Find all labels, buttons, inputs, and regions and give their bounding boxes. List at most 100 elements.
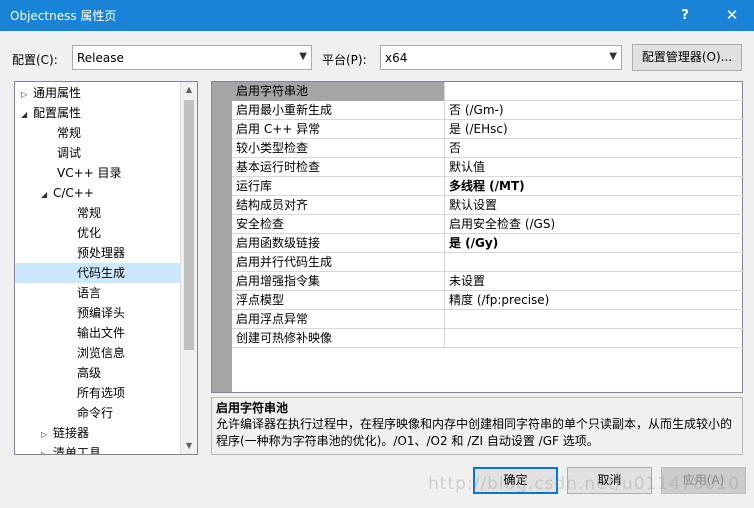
description-title: 启用字符串池 xyxy=(216,401,289,415)
property-value[interactable]: 默认值 xyxy=(446,158,742,177)
property-grid: 启用字符串池 启用最小重新生成否 (/Gm-) 启用 C++ 异常是 (/EHsc)… xyxy=(211,81,744,393)
property-name: 启用增强指令集 xyxy=(232,272,445,291)
property-row[interactable]: 启用 C++ 异常是 (/EHsc) xyxy=(232,120,744,139)
property-row[interactable]: 浮点模型 精度 (/fp:precise) xyxy=(232,291,744,310)
tree-item-label: 所有选项 xyxy=(77,386,126,400)
tree-item[interactable]: 输出文件 xyxy=(15,323,181,343)
description-panel: 启用字符串池 允许编译器在执行过程中，在程序映像和内存中创建相同字符串的单个只读… xyxy=(211,397,743,455)
property-name: 创建可热修补映像 xyxy=(232,329,445,348)
platform-label: 平台(P): xyxy=(322,53,367,67)
property-row[interactable]: 结构成员对齐 默认设置 xyxy=(232,196,744,215)
config-manager-button[interactable]: 配置管理器(O)... xyxy=(632,44,742,71)
tree-item-label: VC++ 目录 xyxy=(57,166,122,180)
grid-margin xyxy=(212,82,232,392)
property-name: 启用函数级链接 xyxy=(232,234,445,253)
property-name: 较小类型检查 xyxy=(232,139,445,158)
tree-item[interactable]: 调试 xyxy=(15,143,181,163)
scroll-down-icon[interactable]: ▼ xyxy=(181,438,197,454)
tree-item[interactable]: 常规 xyxy=(15,203,181,223)
property-value[interactable]: 否 (/Gm-) xyxy=(446,101,742,120)
tree-item[interactable]: 常规 xyxy=(15,123,181,143)
tree-item[interactable]: 命令行 xyxy=(15,403,181,423)
collapse-icon[interactable]: ◢ xyxy=(21,105,33,125)
property-value[interactable]: 精度 (/fp:precise) xyxy=(446,291,742,310)
tree-item[interactable]: 浏览信息 xyxy=(15,343,181,363)
tree-item-label: 语言 xyxy=(77,286,102,300)
tree-item-label: 清单工具 xyxy=(53,446,102,455)
scroll-up-icon[interactable]: ▲ xyxy=(181,82,197,98)
property-value[interactable] xyxy=(446,82,742,101)
platform-value: x64 xyxy=(385,51,408,65)
property-row[interactable]: 基本运行时检查 默认值 xyxy=(232,158,744,177)
property-tree: ▷ 通用属性 ◢ 配置属性 常规 调试 VC++ 目录 ◢ C/C++ 常规 优化 预处理器 代码生成语… xyxy=(14,81,198,455)
property-row[interactable]: 较小类型检查否 xyxy=(232,139,744,158)
tree-item-label: 高级 xyxy=(77,366,102,380)
tree-item[interactable]: 所有选项 xyxy=(15,383,181,403)
chevron-down-icon: ▼ xyxy=(299,51,307,62)
tree-item-label: 链接器 xyxy=(53,426,90,440)
property-value[interactable]: 否 xyxy=(446,139,742,158)
property-row[interactable]: 启用字符串池 xyxy=(232,82,744,101)
property-value[interactable]: 多线程 (/MT) xyxy=(446,177,742,196)
expand-icon[interactable]: ▷ xyxy=(21,85,33,105)
tree-scrollbar[interactable]: ▲ ▼ xyxy=(180,82,197,454)
property-name: 结构成员对齐 xyxy=(232,196,445,215)
property-row[interactable]: 运行库 多线程 (/MT) xyxy=(232,177,744,196)
property-value[interactable] xyxy=(446,253,742,272)
chevron-down-icon: ▼ xyxy=(609,51,617,62)
tree-item[interactable]: 语言 xyxy=(15,283,181,303)
expand-icon[interactable]: ▷ xyxy=(41,425,53,445)
property-row[interactable]: 创建可热修补映像 xyxy=(232,329,744,348)
tree-item-label: 预处理器 xyxy=(77,246,126,260)
help-icon[interactable]: ? xyxy=(665,0,705,31)
tree-item-label: 常规 xyxy=(77,206,102,220)
property-name: 启用最小重新生成 xyxy=(232,101,445,120)
property-row[interactable]: 启用并行代码生成 xyxy=(232,253,744,272)
tree-item[interactable]: ◢ C/C++ xyxy=(15,183,181,203)
property-value[interactable] xyxy=(446,310,742,329)
tree-item[interactable]: ▷ 链接器 xyxy=(15,423,181,443)
tree-item[interactable]: 预编译头 xyxy=(15,303,181,323)
property-row[interactable]: 启用增强指令集 未设置 xyxy=(232,272,744,291)
property-name: 启用浮点异常 xyxy=(232,310,445,329)
description-line-1: 允许编译器在执行过程中，在程序映像和内存中创建相同字符串的单个只读副本，从而生成… xyxy=(216,417,733,431)
property-row[interactable]: 启用函数级链接是 (/Gy) xyxy=(232,234,744,253)
property-name: 运行库 xyxy=(232,177,445,196)
collapse-icon[interactable]: ◢ xyxy=(41,185,53,205)
scrollbar-thumb[interactable] xyxy=(184,100,194,350)
tree-item[interactable]: 高级 xyxy=(15,363,181,383)
tree-item-label: 浏览信息 xyxy=(77,346,126,360)
window-title: Objectness 属性页 xyxy=(10,9,117,23)
tree-item-label: 预编译头 xyxy=(77,306,126,320)
config-dropdown[interactable]: Release ▼ xyxy=(72,45,312,70)
property-name: 安全检查 xyxy=(232,215,445,234)
property-value[interactable]: 启用安全检查 (/GS) xyxy=(446,215,742,234)
property-value[interactable] xyxy=(446,329,742,348)
tree-item[interactable]: 优化 xyxy=(15,223,181,243)
tree-item[interactable]: ▷ 通用属性 xyxy=(15,83,181,103)
close-icon[interactable]: ✕ xyxy=(712,0,752,31)
property-name: 启用字符串池 xyxy=(232,82,445,101)
property-value[interactable]: 是 (/EHsc) xyxy=(446,120,742,139)
property-row[interactable]: 启用浮点异常 xyxy=(232,310,744,329)
tree-item[interactable]: 代码生成 xyxy=(15,263,181,283)
property-value[interactable]: 是 (/Gy) xyxy=(446,234,742,253)
tree-item-label: 调试 xyxy=(57,146,82,160)
property-row[interactable]: 安全检查 启用安全检查 (/GS) xyxy=(232,215,744,234)
tree-item-label: 输出文件 xyxy=(77,326,126,340)
tree-item[interactable]: ▷ 清单工具 xyxy=(15,443,181,455)
property-name: 启用 C++ 异常 xyxy=(232,120,445,139)
property-value[interactable]: 未设置 xyxy=(446,272,742,291)
tree-item-label: 常规 xyxy=(57,126,82,140)
tree-item-label: 命令行 xyxy=(77,406,114,420)
property-name: 基本运行时检查 xyxy=(232,158,445,177)
property-row[interactable]: 启用最小重新生成否 (/Gm-) xyxy=(232,101,744,120)
platform-dropdown[interactable]: x64 ▼ xyxy=(380,45,622,70)
tree-item[interactable]: VC++ 目录 xyxy=(15,163,181,183)
property-value[interactable]: 默认设置 xyxy=(446,196,742,215)
tree-item[interactable]: 预处理器 xyxy=(15,243,181,263)
tree-item[interactable]: ◢ 配置属性 xyxy=(15,103,181,123)
title-bar: Objectness 属性页 ? ✕ xyxy=(0,0,754,31)
tree-item-label: C/C++ xyxy=(53,186,94,200)
expand-icon[interactable]: ▷ xyxy=(41,445,53,454)
